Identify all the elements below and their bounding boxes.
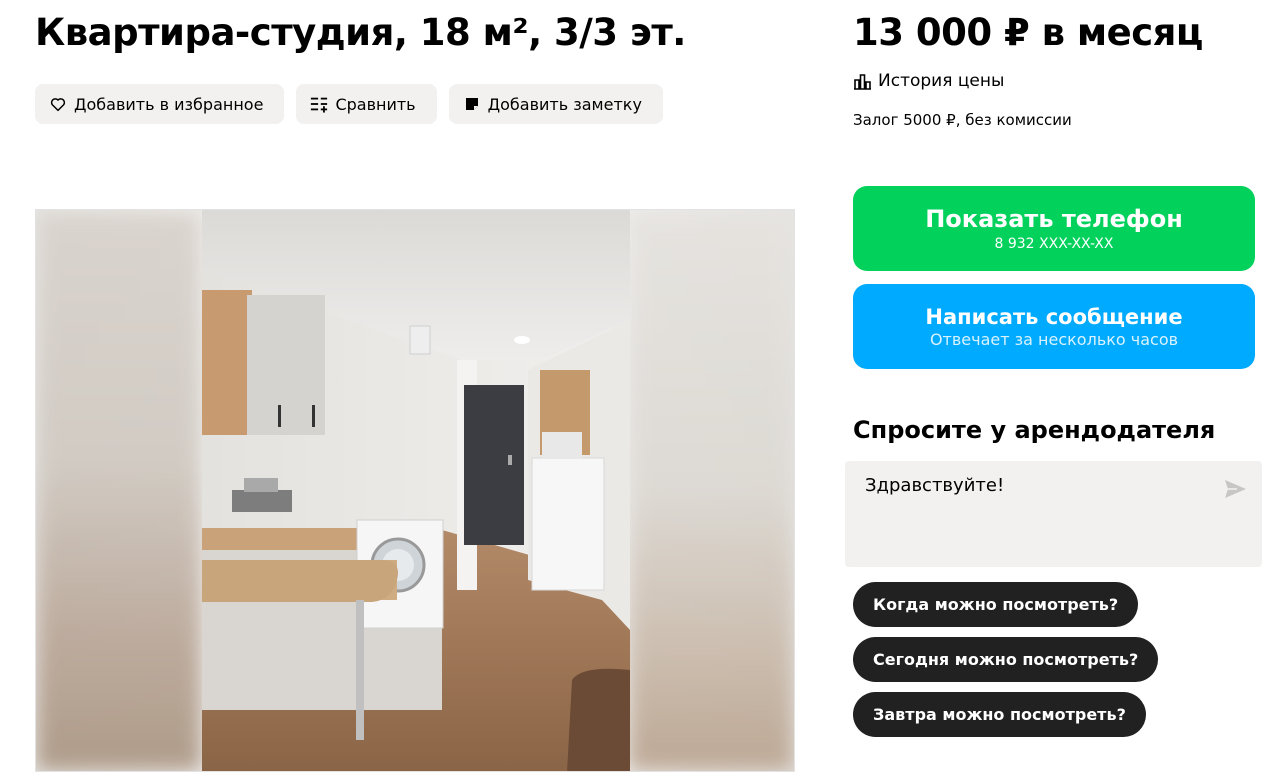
note-icon — [462, 94, 482, 114]
compare-list-icon — [309, 94, 329, 114]
photo-gallery[interactable] — [35, 209, 795, 772]
ask-landlord-title: Спросите у арендодателя — [853, 416, 1216, 444]
add-to-favorites-button[interactable]: Добавить в избранное — [35, 84, 285, 124]
add-to-favorites-label: Добавить в избранное — [74, 94, 264, 114]
bar-chart-icon — [853, 72, 872, 91]
write-message-button[interactable]: Написать сообщение Отвечает за несколько… — [853, 284, 1255, 369]
add-note-button[interactable]: Добавить заметку — [448, 84, 663, 124]
response-time-note: Отвечает за несколько часов — [929, 329, 1179, 349]
listing-title: Квартира-студия, 18 м², 3/3 эт. — [35, 11, 686, 54]
quick-question-chip[interactable]: Сегодня можно посмотреть? — [853, 637, 1159, 682]
quick-question-chip[interactable]: Завтра можно посмотреть? — [853, 692, 1146, 737]
gallery-blur-right — [628, 210, 794, 771]
message-input[interactable]: Здравствуйте! — [845, 461, 1262, 567]
price-history-label: История цены — [878, 71, 1005, 91]
apartment-photo-image — [202, 210, 630, 771]
write-message-label: Написать сообщение — [925, 304, 1183, 329]
compare-button[interactable]: Сравнить — [296, 84, 437, 124]
listing-actions: Добавить в избранное Сравнить Добавить з… — [35, 84, 663, 124]
show-phone-button[interactable]: Показать телефон 8 932 XXX-XX-XX — [853, 186, 1255, 271]
masked-phone-number: 8 932 XXX-XX-XX — [994, 235, 1114, 252]
heart-icon — [48, 94, 68, 114]
price: 13 000 ₽ в месяц — [853, 11, 1203, 54]
price-history-link[interactable]: История цены — [853, 71, 1004, 91]
add-note-label: Добавить заметку — [487, 94, 642, 114]
gallery-blur-left — [36, 210, 202, 771]
listing-photo[interactable] — [202, 210, 630, 771]
compare-label: Сравнить — [335, 94, 416, 114]
quick-questions: Когда можно посмотреть? Сегодня можно по… — [853, 582, 1159, 737]
deposit-info: Залог 5000 ₽, без комиссии — [853, 111, 1072, 129]
send-arrow-icon[interactable] — [1223, 477, 1247, 501]
quick-question-chip[interactable]: Когда можно посмотреть? — [853, 582, 1139, 627]
message-input-value: Здравствуйте! — [865, 475, 1005, 496]
show-phone-label: Показать телефон — [925, 204, 1183, 233]
